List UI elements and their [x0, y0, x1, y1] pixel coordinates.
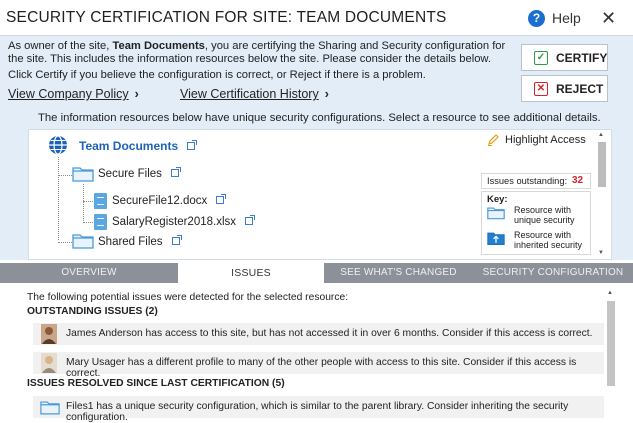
folder-icon	[72, 167, 94, 182]
tab-see-whats-changed[interactable]: SEE WHAT'S CHANGED	[324, 263, 473, 283]
intro-site-name: Team Documents	[112, 40, 205, 52]
chevron-right-icon: ›	[324, 87, 329, 101]
scroll-up-icon[interactable]: ▲	[598, 132, 604, 138]
help-icon[interactable]: ?	[528, 10, 545, 27]
inherited-folder-icon	[487, 232, 505, 246]
scroll-down-icon[interactable]: ▼	[598, 250, 604, 256]
outstanding-issues-header: OUTSTANDING ISSUES (2)	[27, 306, 158, 317]
x-icon: ✕	[534, 82, 548, 96]
document-icon	[94, 193, 107, 209]
resolved-issue-row[interactable]: Files1 has a unique security configurati…	[33, 396, 604, 423]
external-link-icon[interactable]	[216, 194, 227, 204]
instruction-text: Click Certify if you believe the configu…	[8, 69, 426, 81]
certify-button[interactable]: ✓ CERTIFY	[521, 44, 608, 71]
view-certification-history-link[interactable]: View Certification History ›	[180, 87, 329, 101]
help-link[interactable]: Help	[552, 10, 581, 26]
folder-icon	[40, 401, 60, 415]
avatar	[41, 353, 57, 373]
scrollbar-thumb[interactable]	[607, 301, 615, 386]
scroll-up-icon[interactable]: ▲	[607, 290, 613, 296]
tree-connector	[58, 242, 72, 243]
resource-tree-scrollbar[interactable]: ▲ ▼	[597, 131, 607, 258]
tree-connector	[83, 222, 93, 223]
intro-text: As owner of the site, Team Documents, yo…	[8, 40, 506, 65]
external-link-icon[interactable]	[245, 215, 256, 225]
issues-outstanding-count: 32	[572, 175, 584, 186]
view-company-policy-link[interactable]: View Company Policy ›	[8, 87, 139, 101]
external-link-icon[interactable]	[171, 235, 182, 245]
tree-connector	[58, 175, 72, 176]
issues-intro: The following potential issues were dete…	[27, 292, 349, 303]
unique-folder-icon	[487, 207, 505, 220]
tree-connector	[83, 184, 84, 221]
chevron-right-icon: ›	[134, 87, 139, 101]
close-icon[interactable]: ✕	[601, 8, 616, 29]
check-icon: ✓	[534, 51, 548, 65]
highlight-access-toggle[interactable]: Highlight Access	[505, 134, 586, 146]
tab-issues[interactable]: ISSUES	[178, 263, 324, 283]
legend-key: Key: Resource with unique security Resou…	[481, 191, 591, 255]
tree-item-site[interactable]: Team Documents	[79, 139, 198, 153]
external-link-icon[interactable]	[187, 140, 198, 150]
tab-security-configuration[interactable]: SECURITY CONFIGURATION	[473, 263, 633, 283]
tree-item-securefile12[interactable]: SecureFile12.docx	[112, 194, 227, 207]
dialog-title: SECURITY CERTIFICATION FOR SITE: TEAM DO…	[6, 9, 447, 26]
folder-icon	[72, 234, 94, 249]
tree-item-secure-files[interactable]: Secure Files	[98, 167, 181, 180]
resolved-issues-header: ISSUES RESOLVED SINCE LAST CERTIFICATION…	[27, 378, 285, 389]
tree-connector	[58, 157, 59, 240]
document-icon	[94, 214, 107, 230]
scrollbar-thumb[interactable]	[598, 142, 606, 187]
tree-connector	[83, 201, 93, 202]
avatar	[41, 324, 57, 344]
reject-button[interactable]: ✕ REJECT	[521, 75, 608, 102]
highlighter-icon	[488, 134, 499, 146]
issues-scrollbar[interactable]: ▲	[606, 289, 616, 420]
certification-dialog: SECURITY CERTIFICATION FOR SITE: TEAM DO…	[0, 0, 633, 423]
tree-item-salaryregister2018[interactable]: SalaryRegister2018.xlsx	[112, 215, 256, 228]
globe-icon	[49, 135, 67, 155]
external-link-icon[interactable]	[170, 167, 181, 177]
issue-row[interactable]: Mary Usager has a different profile to m…	[33, 352, 604, 379]
tree-item-shared-files[interactable]: Shared Files	[98, 235, 182, 248]
resources-description: The information resources below have uni…	[38, 112, 601, 124]
issue-row[interactable]: James Anderson has access to this site, …	[33, 323, 604, 345]
tab-overview[interactable]: OVERVIEW	[0, 263, 178, 283]
issues-outstanding-badge: Issues outstanding: 32	[481, 173, 591, 189]
